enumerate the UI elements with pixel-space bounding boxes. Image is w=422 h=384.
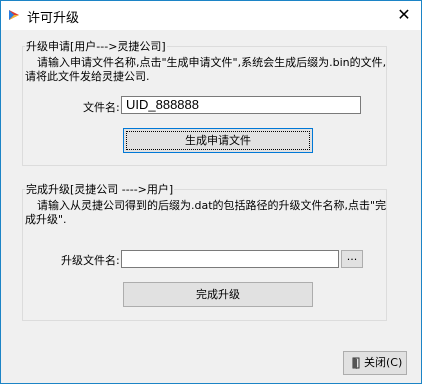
- app-logo-icon: [9, 10, 19, 20]
- request-description-line2: 请将此文件发给灵捷公司.: [25, 70, 150, 83]
- browse-button[interactable]: ...: [341, 250, 363, 268]
- filename-input[interactable]: UID_888888: [121, 96, 361, 114]
- close-button-label: 关闭(C): [364, 356, 403, 369]
- generate-request-file-button[interactable]: 生成申请文件: [123, 128, 313, 153]
- complete-upgrade-button[interactable]: 完成升级: [123, 282, 313, 307]
- generate-request-file-label: 生成申请文件: [185, 134, 251, 147]
- complete-upgrade-label: 完成升级: [196, 288, 240, 301]
- upgrade-file-input[interactable]: [121, 250, 339, 268]
- request-description-line1: 请输入申请文件名称,点击"生成申请文件",系统会生成后缀为.bin的文件,: [37, 56, 387, 69]
- title-bar: 许可升级 ✕: [1, 1, 421, 30]
- filename-label: 文件名:: [83, 101, 120, 114]
- upgrade-request-legend: 升级申请[用户--->灵捷公司]: [25, 38, 167, 54]
- complete-upgrade-legend: 完成升级[灵捷公司 ---->用户]: [25, 181, 175, 197]
- complete-description-line2: 成升级".: [25, 213, 67, 226]
- complete-description-line1: 请输入从灵捷公司得到的后缀为.dat的包括路径的升级文件名称,点击"完: [37, 199, 387, 212]
- close-icon[interactable]: ✕: [393, 4, 415, 26]
- license-upgrade-dialog: 许可升级 ✕ 升级申请[用户--->灵捷公司] 请输入申请文件名称,点击"生成申…: [0, 0, 422, 384]
- window-title: 许可升级: [27, 11, 80, 26]
- exit-door-icon: [352, 357, 360, 369]
- close-button[interactable]: 关闭(C): [343, 351, 407, 375]
- upgrade-file-label: 升级文件名:: [61, 254, 120, 267]
